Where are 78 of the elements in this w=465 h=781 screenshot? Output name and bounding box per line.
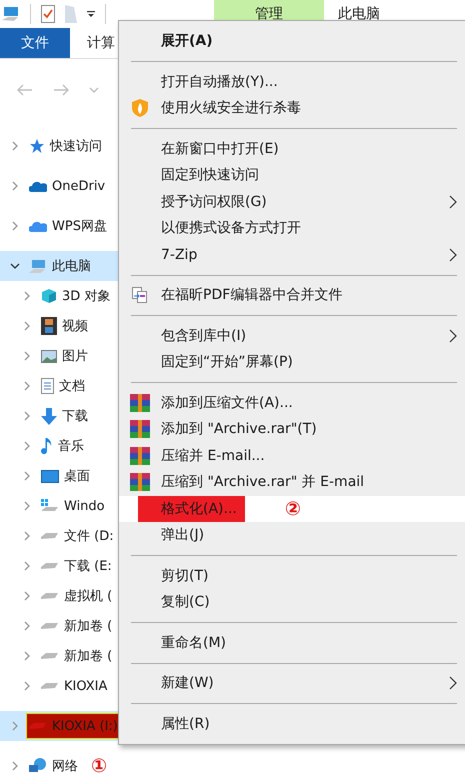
chevron-icon[interactable] [10, 261, 20, 271]
desktop-icon [41, 470, 59, 482]
tree-item[interactable]: 新加卷 ( [64, 617, 112, 635]
system-drive-icon [41, 499, 59, 513]
menu-item[interactable]: 重命名(M) [161, 630, 226, 656]
archive-books-icon [130, 446, 150, 465]
tree-item[interactable]: 3D 对象 [62, 287, 110, 305]
menu-item[interactable]: 授予访问权限(G) [161, 188, 267, 215]
menu-item[interactable]: 添加到压缩文件(A)... [161, 390, 293, 416]
menu-item[interactable]: 格式化(A)... [138, 496, 245, 522]
film-icon [41, 317, 57, 335]
archive-books-icon [130, 473, 150, 492]
annotation-number: ② [284, 498, 301, 520]
annotation-number: ① [91, 755, 108, 777]
tree-item[interactable]: 虚拟机 ( [64, 587, 112, 605]
shield-icon [132, 99, 148, 118]
tree-item[interactable]: 下载 (E: [64, 557, 112, 575]
archive-books-icon [130, 394, 150, 412]
menu-item[interactable]: 包含到库中(I) [161, 322, 246, 349]
menu-item[interactable]: 压缩并 E-mail... [161, 442, 265, 469]
menu-item[interactable]: 剪切(T) [161, 562, 208, 589]
image-icon [41, 350, 57, 362]
menu-item[interactable]: 新建(W) [161, 670, 214, 696]
back-icon[interactable] [17, 84, 33, 96]
menu-item[interactable]: 以便携式设备方式打开 [161, 215, 301, 242]
music-note-icon [41, 438, 53, 454]
tree-item[interactable]: 音乐 [58, 437, 84, 455]
menu-item[interactable]: 添加到 "Archive.rar"(T) [161, 416, 317, 442]
tree-item[interactable]: 图片 [62, 347, 88, 365]
drive-icon [41, 562, 59, 570]
tree-item[interactable]: 视频 [62, 317, 88, 335]
computer-icon [2, 6, 20, 22]
drive-icon [41, 622, 59, 630]
menu-item[interactable]: 固定到“开始”屏幕(P) [161, 349, 293, 376]
menu-item[interactable]: 固定到快速访问 [161, 162, 259, 188]
window-title: 此电脑 [338, 5, 380, 23]
ribbon-tab[interactable]: 计算 [70, 28, 115, 58]
download-arrow-icon [41, 408, 57, 424]
menu-item[interactable]: 复制(C) [161, 589, 210, 616]
forward-icon[interactable] [53, 84, 69, 96]
tree-item[interactable]: 桌面 [64, 467, 90, 485]
menu-item[interactable]: 7-Zip [161, 242, 198, 268]
menu-item[interactable]: 弹出(J) [161, 522, 204, 548]
menu-item[interactable]: 在新窗口中打开(E) [161, 136, 279, 162]
drive-icon [41, 592, 59, 600]
properties-icon[interactable] [41, 5, 55, 23]
tree-item[interactable]: 文件 (D: [64, 527, 114, 545]
drive-icon [41, 532, 59, 540]
file-tab[interactable]: 文件 [0, 28, 70, 58]
menu-item[interactable]: 属性(R) [161, 710, 210, 737]
tree-item[interactable]: KIOXIA [64, 678, 108, 694]
cube-icon [41, 288, 57, 304]
tree-item[interactable]: 新加卷 ( [64, 647, 112, 665]
merge-files-icon [132, 287, 148, 304]
drive-icon [29, 722, 47, 730]
tree-item[interactable]: 网络 [52, 757, 78, 775]
tree-item[interactable]: 文档 [59, 377, 85, 395]
cloud-icon [29, 180, 47, 192]
menu-item[interactable]: 在福昕PDF编辑器中合并文件 [161, 282, 342, 308]
tree-item[interactable]: WPS网盘 [52, 217, 107, 235]
tree-item[interactable]: Windo [64, 498, 105, 514]
drive-icon [41, 652, 59, 660]
archive-books-icon [130, 420, 150, 438]
computer-icon [29, 258, 47, 274]
document-icon [41, 378, 54, 394]
drive-icon [41, 682, 59, 690]
tree-item[interactable]: 此电脑 [52, 257, 91, 275]
tree-item[interactable]: OneDriv [52, 178, 106, 194]
menu-item[interactable]: 使用火绒安全进行杀毒 [161, 95, 301, 122]
dropdown-icon[interactable] [87, 10, 95, 18]
tree-item[interactable]: 下载 [62, 407, 88, 425]
menu-item[interactable]: 压缩到 "Archive.rar" 并 E-mail [161, 469, 364, 496]
star-icon [29, 138, 45, 154]
menu-item[interactable]: 打开自动播放(Y)... [161, 68, 278, 95]
cloud-icon [29, 220, 47, 232]
menu-item[interactable]: 展开(A) [161, 28, 213, 54]
chevron-down-icon[interactable] [89, 87, 99, 93]
tree-item[interactable]: 快速访问 [50, 137, 102, 155]
